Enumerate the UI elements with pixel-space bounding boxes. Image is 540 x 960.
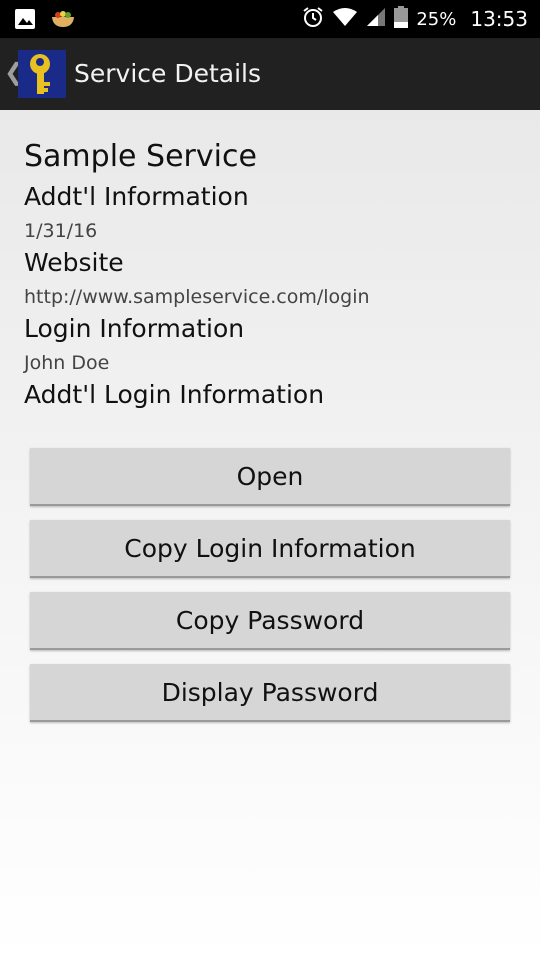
service-name: Sample Service [24,139,257,174]
addtl-info-value: 1/31/16 [24,220,98,242]
copy-login-information-button[interactable]: Copy Login Information [30,520,510,578]
cell-signal-icon [366,7,386,32]
key-app-icon[interactable] [18,50,66,98]
food-bowl-notification-icon [50,8,76,34]
service-details-content: Sample Service Addt'l Information 1/31/1… [0,110,540,960]
login-info-label: Login Information [24,314,245,343]
open-button[interactable]: Open [30,448,510,506]
status-time: 13:53 [470,7,528,31]
website-value: http://www.sampleservice.com/login [24,286,370,308]
addtl-login-info-label: Addt'l Login Information [24,380,325,409]
screen-title: Service Details [74,59,262,88]
display-password-button[interactable]: Display Password [30,664,510,722]
login-info-value: John Doe [24,352,110,374]
battery-percent: 25% [416,8,457,30]
battery-icon [394,5,409,33]
image-notification-icon [14,8,36,34]
status-right: 25% 13:53 [302,0,528,38]
addtl-info-label: Addt'l Information [24,182,249,211]
action-bar: ❮ Service Details [0,38,540,110]
copy-password-button[interactable]: Copy Password [30,592,510,650]
alarm-icon [302,6,324,33]
wifi-icon [332,7,358,32]
status-left [14,8,76,34]
website-label: Website [24,248,124,277]
status-bar: 25% 13:53 [0,0,540,38]
